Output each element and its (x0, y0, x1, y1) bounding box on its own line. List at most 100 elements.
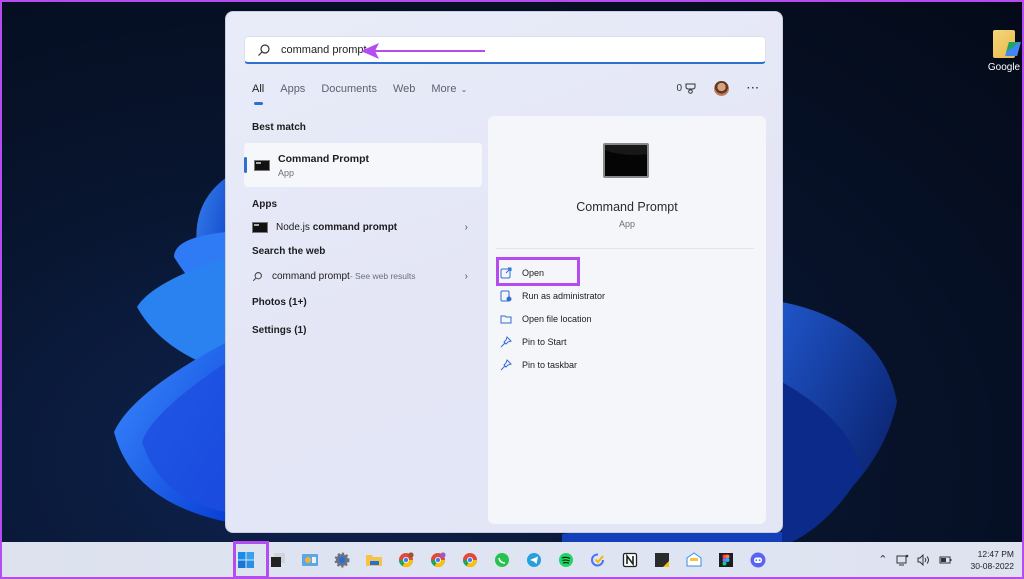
sticky-notes-icon (655, 552, 669, 567)
tab-web[interactable]: Web (393, 83, 415, 95)
show-hidden-icons-button[interactable]: ⌃ (878, 553, 887, 566)
task-view-button[interactable] (267, 549, 289, 571)
photos-category[interactable]: Photos (1+) (244, 297, 482, 308)
taskbar-control-panel[interactable] (299, 549, 321, 571)
tab-all[interactable]: All (252, 83, 264, 105)
chrome-icon (463, 552, 477, 567)
best-match-result[interactable]: Command Prompt App (244, 143, 482, 187)
best-match-subtitle: App (278, 167, 295, 178)
panel-toolbar: 0 ··· (676, 81, 760, 96)
tab-apps[interactable]: Apps (280, 83, 305, 95)
command-prompt-icon (603, 143, 649, 178)
action-run-as-admin[interactable]: Run as administrator (500, 284, 605, 307)
taskbar-apps (235, 542, 769, 577)
divider (496, 248, 754, 249)
action-label: Open file location (522, 313, 592, 324)
search-box[interactable] (244, 36, 766, 64)
best-match-heading: Best match (252, 122, 306, 133)
action-open-file-location[interactable]: Open file location (500, 307, 605, 330)
action-label: Run as administrator (522, 290, 606, 301)
result-detail-pane: Command Prompt App Open Run as administr… (488, 116, 766, 524)
control-panel-icon (302, 553, 318, 566)
spotify-icon (559, 552, 573, 567)
pin-icon (500, 335, 512, 347)
telegram-icon (527, 552, 541, 567)
desktop-screen: Google All Apps Documents Web More ⌄ 0 (2, 2, 1022, 577)
rewards-button[interactable]: 0 (676, 83, 696, 94)
command-prompt-icon (252, 221, 268, 233)
chevron-down-icon: ⌄ (458, 85, 468, 94)
discord-icon (750, 552, 766, 567)
app-result-match: command prompt (312, 221, 398, 233)
system-tray: ⌃ 12:47 PM 30-08-2022 (878, 542, 1014, 577)
battery-icon[interactable] (939, 554, 953, 566)
app-result-nodejs[interactable]: Node.js command prompt › (244, 216, 482, 238)
whatsapp-icon (495, 552, 509, 567)
mail-icon (686, 551, 702, 566)
detail-title: Command Prompt (576, 200, 678, 214)
shield-admin-icon (500, 290, 512, 301)
search-icon (252, 271, 262, 281)
chevron-right-icon: › (464, 270, 468, 282)
app-result-name: Node.js (276, 221, 310, 233)
settings-gear-icon (334, 552, 350, 567)
notion-icon (622, 552, 638, 567)
annotation-highlight-open (496, 257, 580, 286)
trophy-icon (685, 83, 696, 94)
web-result-query: command prompt (272, 270, 350, 282)
taskbar-notion[interactable] (619, 549, 641, 571)
rewards-count: 0 (676, 83, 682, 94)
desktop-icon-label: Google (987, 62, 1021, 73)
figma-icon (719, 552, 733, 567)
tab-more[interactable]: More ⌄ (431, 83, 467, 95)
apps-heading: Apps (252, 199, 277, 210)
pin-icon (500, 358, 512, 370)
search-icon (258, 43, 270, 56)
network-icon[interactable] (896, 554, 909, 566)
annotation-arrow (361, 43, 485, 59)
taskbar-discord[interactable] (747, 549, 769, 571)
settings-category[interactable]: Settings (1) (244, 325, 482, 336)
action-pin-to-taskbar[interactable]: Pin to taskbar (500, 353, 605, 376)
chevron-right-icon: › (464, 221, 468, 233)
taskbar-file-explorer[interactable] (363, 549, 385, 571)
ticktick-icon (591, 553, 604, 566)
clock[interactable]: 12:47 PM 30-08-2022 (971, 548, 1014, 572)
taskbar-ticktick[interactable] (587, 549, 609, 571)
desktop-icon-google-drive[interactable]: Google (984, 30, 1022, 73)
more-options-button[interactable]: ··· (747, 83, 760, 94)
volume-icon[interactable] (917, 553, 931, 566)
taskbar-settings[interactable] (331, 549, 353, 571)
web-result-suffix: - See web results (349, 271, 416, 281)
annotation-highlight-start (233, 541, 269, 577)
web-result[interactable]: command prompt - See web results › (244, 265, 482, 287)
search-panel: All Apps Documents Web More ⌄ 0 ··· Best… (225, 11, 783, 533)
command-prompt-icon (254, 159, 270, 171)
taskbar: ⌃ 12:47 PM 30-08-2022 (2, 542, 1022, 577)
taskbar-spotify[interactable] (555, 549, 577, 571)
folder-icon (366, 554, 382, 566)
taskbar-chrome-profile-2[interactable] (427, 549, 449, 571)
taskbar-figma[interactable] (715, 549, 737, 571)
chrome-icon (431, 551, 446, 567)
clock-date: 30-08-2022 (970, 560, 1014, 571)
folder-icon (500, 315, 512, 323)
results-list: Best match Command Prompt App Apps Node.… (244, 122, 482, 336)
filter-tabs: All Apps Documents Web More ⌄ (252, 83, 467, 105)
chrome-icon (399, 551, 414, 567)
best-match-title: Command Prompt (278, 152, 370, 165)
action-pin-to-start[interactable]: Pin to Start (500, 330, 605, 353)
tab-documents[interactable]: Documents (321, 83, 377, 95)
task-view-icon (271, 552, 285, 567)
user-avatar[interactable] (714, 81, 729, 96)
google-drive-icon (993, 30, 1015, 58)
taskbar-whatsapp[interactable] (491, 549, 513, 571)
taskbar-mail[interactable] (683, 549, 705, 571)
action-label: Pin to Start (522, 336, 567, 347)
taskbar-chrome[interactable] (459, 549, 481, 571)
clock-time: 12:47 PM (977, 548, 1014, 559)
web-heading: Search the web (252, 246, 326, 257)
taskbar-telegram[interactable] (523, 549, 545, 571)
taskbar-chrome-profile-1[interactable] (395, 549, 417, 571)
taskbar-sticky-notes[interactable] (651, 549, 673, 571)
